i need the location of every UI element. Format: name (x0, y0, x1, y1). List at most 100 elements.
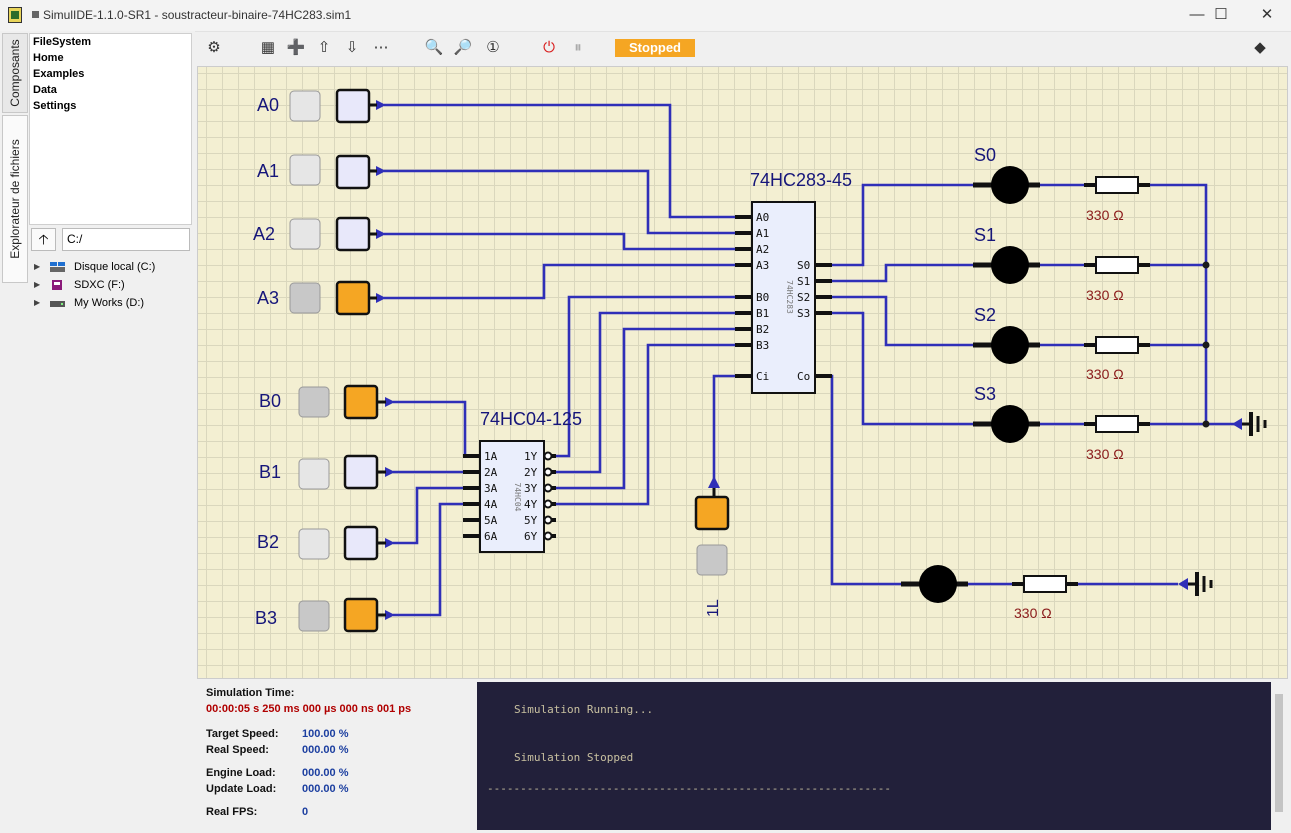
pin-label: A1 (756, 227, 769, 240)
switch-button-a0[interactable] (289, 90, 321, 122)
console-output[interactable]: Simulation Running... Simulation Stopped… (477, 682, 1271, 830)
pin-label: A3 (756, 259, 769, 272)
input-b-group: B0 B1 B2 B3 (255, 384, 395, 633)
logic-input-a0[interactable] (335, 88, 371, 124)
app-icon (8, 7, 22, 23)
adder-chip-label: 74HC283-45 (750, 170, 852, 190)
switch-button-b3[interactable] (298, 600, 330, 632)
logic-input-a1[interactable] (335, 154, 371, 190)
console-separator: ----------------------------------------… (487, 782, 891, 795)
switch-button-b2[interactable] (298, 528, 330, 560)
info-diamond-icon[interactable]: ◆ (1249, 37, 1271, 59)
switch-button-carry[interactable] (696, 544, 728, 576)
carry-pin-arrow (708, 476, 720, 488)
pin-label: 6Y (524, 530, 538, 543)
led-s0 (991, 166, 1029, 204)
tab-file-explorer-label: Explorateur de fichiers (8, 139, 22, 259)
drive-item[interactable]: ▶ My Works (D:) (34, 294, 155, 312)
pin-label: 4Y (524, 498, 538, 511)
zoom-fit-icon[interactable]: 🔍 (423, 37, 445, 59)
pin-arrows-a (376, 100, 386, 303)
pin-label: 4A (484, 498, 498, 511)
target-speed-label: Target Speed: (206, 728, 279, 740)
resistor-value-label: 330 Ω (1086, 287, 1124, 303)
new-circuit-icon[interactable]: ▦ (257, 37, 279, 59)
switch-button-a3[interactable] (289, 282, 321, 314)
pin-label: S2 (797, 291, 810, 304)
pin-label: B0 (756, 291, 769, 304)
resistor-carry[interactable] (1023, 575, 1067, 593)
switch-button-b1[interactable] (298, 458, 330, 490)
logic-input-b0[interactable] (343, 384, 379, 420)
open-file-icon[interactable]: ⇧ (313, 37, 335, 59)
sd-card-icon (52, 280, 62, 290)
scrollbar-thumb[interactable] (1275, 694, 1283, 812)
logic-input-carry[interactable] (694, 495, 730, 531)
resistors-group: 330 Ω 330 Ω 330 Ω 330 Ω 330 Ω (1012, 176, 1150, 621)
update-load-value: 000.00 % (302, 783, 349, 795)
settings-gear-icon[interactable]: ⚙ (203, 37, 225, 59)
pause-icon[interactable]: ⏸ (567, 37, 589, 59)
logic-input-a3[interactable] (335, 280, 371, 316)
real-speed-value: 000.00 % (302, 744, 349, 756)
led-s3 (991, 405, 1029, 443)
logic-input-b2[interactable] (343, 525, 379, 561)
power-icon[interactable]: ⏻ (538, 37, 560, 59)
logic-input-b3[interactable] (343, 597, 379, 633)
input-label-b0: B0 (259, 391, 281, 411)
resistor-s1[interactable] (1095, 256, 1139, 274)
expand-arrow-icon[interactable]: ▶ (34, 294, 40, 312)
resistor-s3[interactable] (1095, 415, 1139, 433)
expand-arrow-icon[interactable]: ▶ (34, 276, 40, 294)
resistor-value-label: 330 Ω (1014, 605, 1052, 621)
switch-button-a2[interactable] (289, 218, 321, 250)
up-arrow-button[interactable]: 🡡 (31, 228, 56, 251)
save-as-icon[interactable]: ⋯ (370, 37, 392, 59)
drive-label: SDXC (F:) (74, 279, 125, 291)
new-folder-icon[interactable]: ➕ (285, 37, 307, 59)
zoom-selected-icon[interactable]: 🔎 (452, 37, 474, 59)
pin-label: 2Y (524, 466, 538, 479)
save-file-icon[interactable]: ⇩ (341, 37, 363, 59)
path-input[interactable]: C:/ (62, 228, 190, 251)
tab-file-explorer[interactable]: Explorateur de fichiers (2, 115, 28, 283)
carry-input-group: 1L (694, 476, 730, 617)
pin-label: 6A (484, 530, 498, 543)
expand-arrow-icon[interactable]: ▶ (34, 258, 40, 276)
list-item-filesystem[interactable]: FileSystem (30, 34, 191, 50)
logic-input-a2[interactable] (335, 216, 371, 252)
window-title-text: SimulIDE-1.1.0-SR1 - soustracteur-binair… (43, 8, 352, 22)
led-carry-out (919, 565, 957, 603)
list-item-home[interactable]: Home (30, 50, 191, 66)
filesystem-list: FileSystem Home Examples Data Settings (29, 33, 192, 225)
console-line: Simulation Stopped (514, 751, 634, 764)
logic-input-b1[interactable] (343, 454, 379, 490)
console-scrollbar[interactable] (1272, 682, 1287, 830)
pin-label: 3Y (524, 482, 538, 495)
window-title: SimulIDE-1.1.0-SR1 - soustracteur-binair… (32, 8, 351, 22)
resistor-s2[interactable] (1095, 336, 1139, 354)
zoom-one-icon[interactable]: ① (482, 37, 504, 59)
drive-item[interactable]: ▶ Disque local (C:) (34, 258, 155, 276)
list-item-settings[interactable]: Settings (30, 98, 191, 114)
drive-tree: ▶ Disque local (C:) ▶ SDXC (F:) ▶ My Wor… (34, 258, 155, 312)
real-fps-label: Real FPS: (206, 806, 258, 818)
list-item-examples[interactable]: Examples (30, 66, 191, 82)
input-a-group: A0 A1 A2 A3 (253, 88, 386, 316)
drive-item[interactable]: ▶ SDXC (F:) (34, 276, 155, 294)
switch-button-a1[interactable] (289, 154, 321, 186)
maximize-button[interactable]: ☐ (1199, 4, 1243, 26)
resistor-s0[interactable] (1095, 176, 1139, 194)
real-speed-label: Real Speed: (206, 744, 269, 756)
carry-input-label: 1L (705, 599, 722, 617)
list-item-data[interactable]: Data (30, 82, 191, 98)
inverter-chip-label: 74HC04-125 (480, 409, 582, 429)
output-label-s1: S1 (974, 225, 996, 245)
switch-button-b0[interactable] (298, 386, 330, 418)
inverter-chip[interactable]: 74HC04-125 1A 2A 3A 4A 5A 6A 1Y 2Y 3Y 4Y… (463, 409, 582, 553)
close-button[interactable]: ✕ (1245, 4, 1289, 26)
bottom-panel: Simulation Time: 00:00:05 s 250 ms 000 µ… (197, 679, 1291, 833)
circuit-canvas[interactable]: A0 A1 A2 A3 B0 B1 B2 B3 74HC04-125 1A 2A… (197, 66, 1288, 679)
led-s2 (991, 326, 1029, 364)
tab-components[interactable]: Composants (2, 33, 28, 113)
